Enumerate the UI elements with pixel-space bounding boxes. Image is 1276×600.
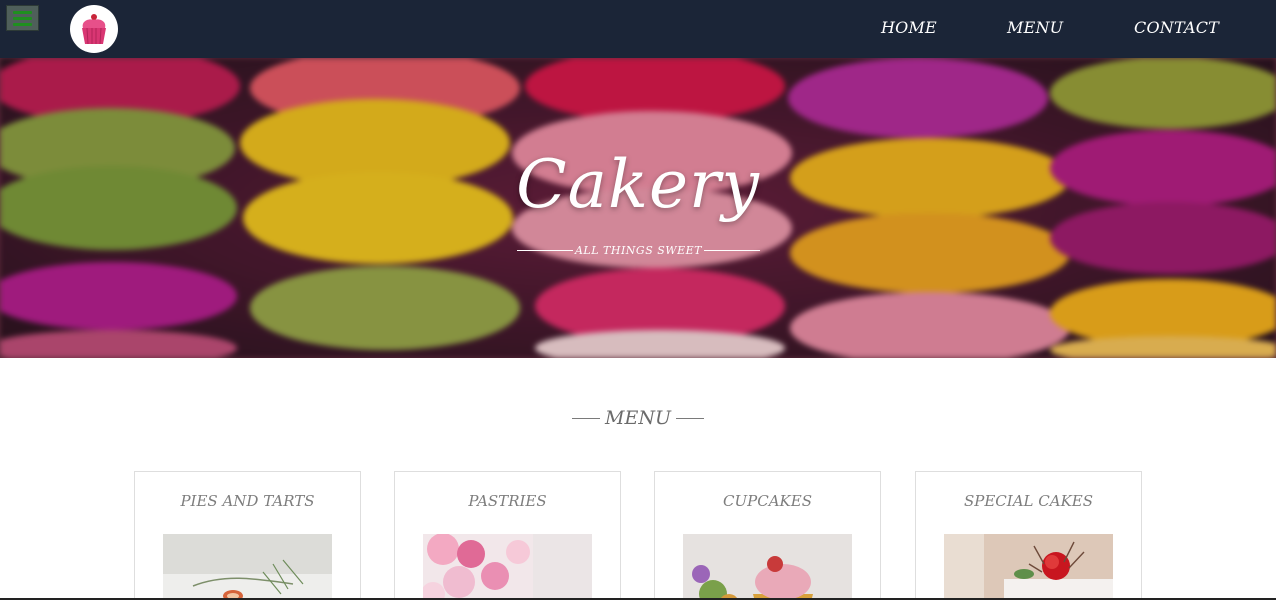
cupcake-logo-graphic [82,14,106,45]
cupcakes-graphic [683,534,852,600]
menu-card-cupcakes[interactable]: CUPCAKES [654,471,881,600]
special-cakes-graphic [944,534,1113,600]
divider-line [517,249,573,251]
menu-section-heading: MENU [572,406,704,430]
divider-line [572,417,600,419]
hero-title: Cakery [516,146,760,223]
menu-card-special-cakes[interactable]: SPECIAL CAKES [915,471,1142,600]
menu-card-pies-and-tarts[interactable]: PIES AND TARTS [134,471,361,600]
hero-banner: Cakery ALL THINGS SWEET [0,58,1276,358]
navbar: HOME MENU CONTACT [0,0,1276,58]
hamburger-line [13,22,32,26]
hamburger-line [13,16,32,20]
special-cakes-image[interactable] [944,534,1113,600]
hamburger-line [13,10,32,14]
nav-contact-link[interactable]: CONTACT [1134,18,1219,37]
cupcakes-image[interactable] [683,534,852,600]
cupcake-icon[interactable] [70,5,118,53]
card-title: SPECIAL CAKES [963,492,1094,510]
menu-heading-text: MENU [605,407,671,429]
pastries-image[interactable] [423,534,592,600]
nav-home-link[interactable]: HOME [881,18,937,37]
divider-line [676,417,704,419]
card-title: PIES AND TARTS [180,492,315,510]
divider-line [703,249,760,251]
pie-tart-graphic [163,534,332,600]
hamburger-icon[interactable] [6,5,39,31]
pastries-graphic [423,534,592,600]
hero-subtitle-row: ALL THINGS SWEET [517,242,760,258]
card-title: CUPCAKES [723,492,812,510]
pie-tart-image[interactable] [163,534,332,600]
hero-subtitle: ALL THINGS SWEET [574,243,702,257]
menu-card-pastries[interactable]: PASTRIES [394,471,621,600]
nav-menu-link[interactable]: MENU [1007,18,1063,37]
card-title: PASTRIES [468,492,547,510]
